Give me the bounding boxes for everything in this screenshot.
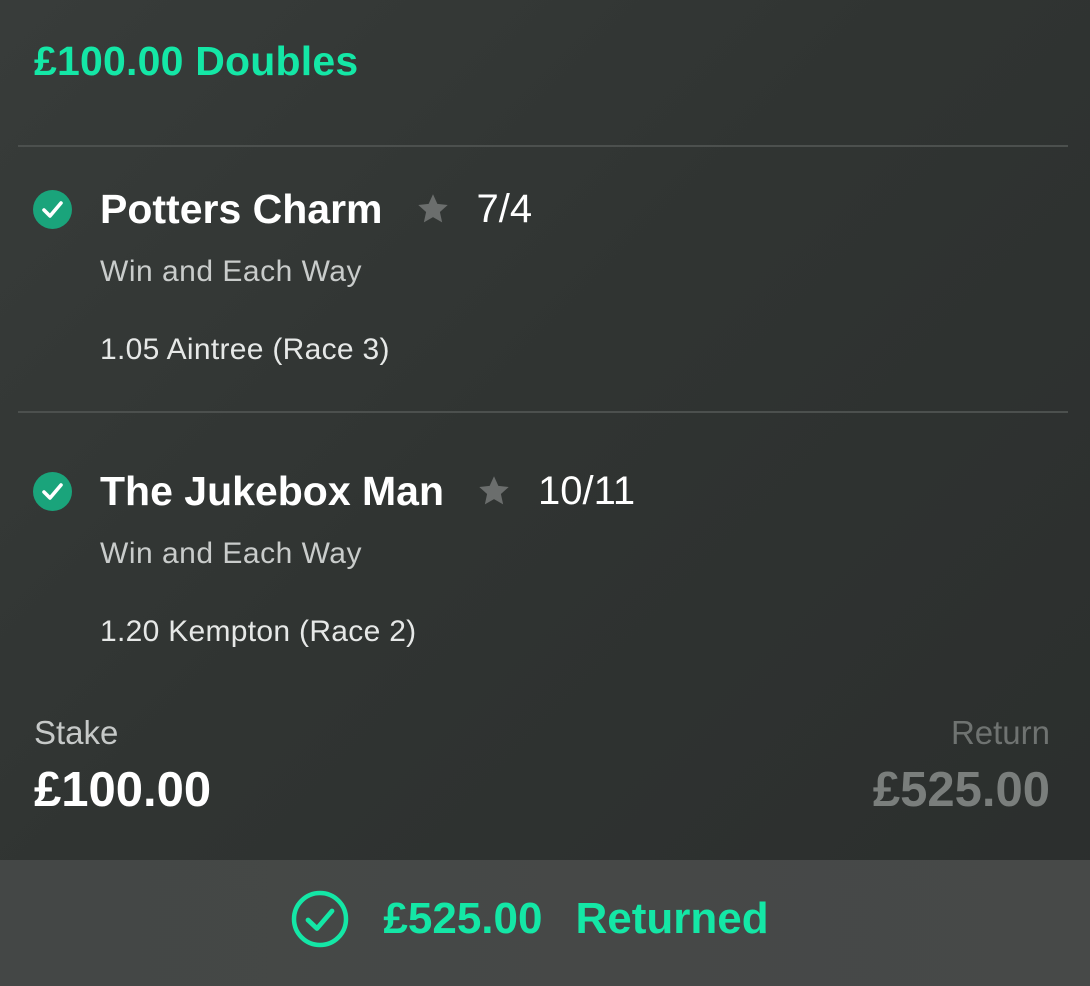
runner-name: The Jukebox Man (100, 467, 445, 514)
divider (18, 411, 1068, 413)
returned-banner: £525.00 Returned (0, 860, 1090, 986)
return-label: Return (950, 714, 1050, 751)
check-circle-icon (33, 190, 72, 229)
returned-amount: £525.00 (383, 894, 543, 943)
bet-receipt-card: £100.00 Doubles Potters Charm 7/4 Win an… (0, 0, 1090, 986)
runner-name: Potters Charm (100, 185, 383, 232)
odds: 7/4 (476, 186, 533, 231)
stake-label: Stake (34, 714, 119, 751)
divider (18, 145, 1068, 147)
returned-status: Returned (575, 894, 769, 943)
star-icon[interactable] (415, 191, 451, 227)
star-icon[interactable] (476, 473, 512, 509)
market-type: Win and Each Way (100, 537, 362, 570)
check-circle-outline-icon (292, 890, 349, 948)
selection-header: The Jukebox Man 10/11 (100, 462, 635, 520)
event-info: 1.20 Kempton (Race 2) (100, 615, 417, 648)
stake-value: £100.00 (34, 763, 212, 817)
selection-header: Potters Charm 7/4 (100, 180, 532, 238)
bet-title: £100.00 Doubles (34, 38, 359, 84)
market-type: Win and Each Way (100, 255, 362, 288)
event-info: 1.05 Aintree (Race 3) (100, 333, 390, 366)
check-circle-icon (33, 472, 72, 511)
return-value: £525.00 (872, 763, 1050, 817)
returned-banner-content: £525.00 Returned (292, 890, 769, 948)
odds: 10/11 (538, 468, 636, 513)
